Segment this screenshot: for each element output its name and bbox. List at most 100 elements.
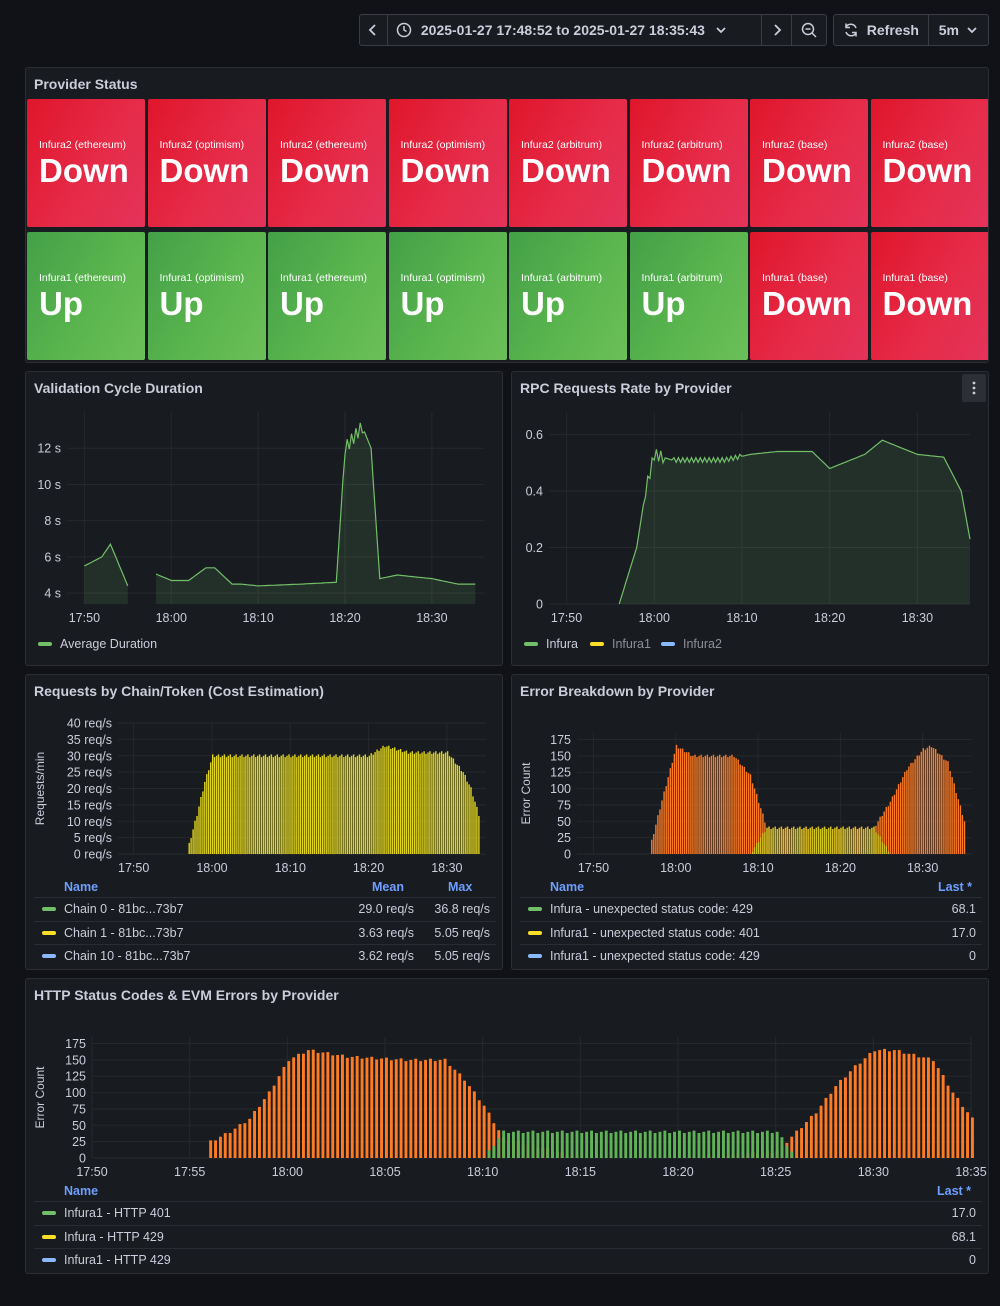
status-tile[interactable]: Infura1 (base) Down xyxy=(750,232,868,360)
bar xyxy=(326,1052,330,1158)
bar xyxy=(355,1056,359,1158)
bar xyxy=(219,1136,222,1158)
bar xyxy=(438,1059,442,1158)
bar xyxy=(941,755,943,854)
y-tick-label: 35 req/s xyxy=(67,733,112,747)
bar xyxy=(842,826,844,854)
zoom-out-button[interactable] xyxy=(792,15,826,45)
validation-duration-chart[interactable]: 17:50 18:00 18:10 18:20 18:30 4 s 6 s 8 s 10 s 12… xyxy=(26,372,503,666)
bar xyxy=(274,755,276,855)
x-tick-label: 18:10 xyxy=(242,611,273,625)
status-tile[interactable]: Infura2 (optimism) Down xyxy=(388,99,507,227)
y-tick-label: 0.6 xyxy=(526,428,543,442)
y-tick-label: 175 xyxy=(65,1037,86,1051)
requests-bar-chart[interactable]: 17:50 18:00 18:10 18:20 18:30 0 req/s 5 req/s 1… xyxy=(26,675,503,875)
status-tile[interactable]: Infura1 (arbitrum) Up xyxy=(509,232,627,360)
column-header-max[interactable]: Max xyxy=(448,880,472,894)
bar xyxy=(419,753,421,854)
validation-cycle-panel: Validation Cycle Duration 17:50 18:00 18:1… xyxy=(25,371,503,666)
status-tile[interactable]: Infura2 (base) Down xyxy=(870,99,988,227)
x-tick-label: 18:20 xyxy=(353,861,384,875)
bar xyxy=(784,827,787,854)
bar xyxy=(370,753,372,854)
bar xyxy=(468,1086,471,1158)
status-tile[interactable]: Infura2 (ethereum) Down xyxy=(268,99,386,227)
bar xyxy=(768,826,770,854)
bar xyxy=(358,754,361,854)
y-tick-label: 125 xyxy=(550,766,571,780)
status-tile[interactable]: Infura1 (ethereum) Up xyxy=(27,232,145,360)
y-axis-label: Error Count xyxy=(519,762,533,825)
bar xyxy=(873,1051,877,1158)
column-header-mean[interactable]: Mean xyxy=(372,880,404,894)
legend-item[interactable]: Infura1 xyxy=(590,637,651,651)
bar xyxy=(673,1131,676,1158)
status-tile[interactable]: Infura2 (arbitrum) Down xyxy=(509,99,627,227)
bar xyxy=(834,1086,838,1158)
legend-table-row[interactable]: Infura - unexpected status code: 429 68.1 xyxy=(520,897,982,920)
bar xyxy=(667,777,669,854)
error-bar-chart[interactable]: 17:50 18:00 18:10 18:20 18:30 0 25 50 75 100 125 15… xyxy=(512,675,989,875)
y-tick-label: 4 s xyxy=(44,587,61,601)
bar xyxy=(352,754,355,854)
column-header-name[interactable]: Name xyxy=(64,1184,98,1198)
legend-table-row[interactable]: Infura1 - HTTP 429 0 xyxy=(34,1248,982,1271)
refresh-interval-select[interactable]: 5m xyxy=(929,15,988,45)
status-tile[interactable]: Infura1 (base) Down xyxy=(870,232,988,360)
bar xyxy=(906,770,908,854)
legend-table-row[interactable]: Chain 10 - 81bc...73b7 3.62 req/s 5.05 req… xyxy=(34,944,496,967)
bar xyxy=(405,750,408,854)
status-tile[interactable]: Infura2 (arbitrum) Down xyxy=(629,99,748,227)
legend-table-row[interactable]: Infura1 - unexpected status code: 429 0 xyxy=(520,944,982,967)
time-forward-button[interactable] xyxy=(762,15,793,45)
bar xyxy=(694,754,696,854)
time-back-button[interactable] xyxy=(360,15,388,45)
legend-table-row[interactable]: Chain 1 - 81bc...73b7 3.63 req/s 5.05 req/… xyxy=(34,920,496,944)
y-tick-label: 150 xyxy=(65,1053,86,1067)
bar xyxy=(741,1133,745,1158)
y-axis-label: Error Count xyxy=(33,1066,47,1129)
bar xyxy=(817,826,820,854)
x-tick-label: 17:50 xyxy=(551,611,582,625)
bar xyxy=(828,827,830,854)
bar xyxy=(551,1133,554,1158)
series-last: 68.1 xyxy=(951,902,976,916)
legend-table-row[interactable]: Chain 0 - 81bc...73b7 29.0 req/s 36.8 req/… xyxy=(34,897,496,920)
status-tile[interactable]: Infura1 (optimism) Up xyxy=(388,232,507,360)
status-tile[interactable]: Infura2 (base) Down xyxy=(750,99,868,227)
column-header-name[interactable]: Name xyxy=(64,880,98,894)
bar xyxy=(778,827,780,854)
status-tile[interactable]: Infura1 (optimism) Up xyxy=(147,232,266,360)
status-tile-name: Infura1 (base) xyxy=(762,272,828,284)
bar xyxy=(663,791,665,854)
legend-table-row[interactable]: Infura1 - unexpected status code: 401 17.… xyxy=(520,920,982,944)
bar xyxy=(282,754,284,854)
status-tile[interactable]: Infura1 (arbitrum) Up xyxy=(629,232,748,360)
rpc-rate-chart[interactable]: 17:50 18:00 18:10 18:20 18:30 0 0.2 0.4 0.6 xyxy=(512,372,989,666)
legend-table-row[interactable]: Infura - HTTP 429 68.1 xyxy=(34,1224,982,1248)
bar xyxy=(327,755,329,855)
bar xyxy=(780,826,783,854)
legend-item[interactable]: Infura2 xyxy=(661,637,722,651)
http-status-bar-chart[interactable]: 17:50 17:55 18:00 18:05 18:10 18:15 18:20 18:25… xyxy=(26,979,989,1179)
status-tile-value: Down xyxy=(159,152,250,189)
bar xyxy=(725,754,727,854)
bar xyxy=(443,1058,447,1158)
bar xyxy=(374,752,376,854)
legend-item[interactable]: Infura xyxy=(524,637,578,651)
status-tile-name: Infura1 (arbitrum) xyxy=(641,272,723,284)
column-header-last[interactable]: Last * xyxy=(937,1184,971,1198)
column-header-last[interactable]: Last * xyxy=(938,880,972,894)
legend-item[interactable]: Average Duration xyxy=(38,637,157,651)
column-header-name[interactable]: Name xyxy=(550,880,584,894)
status-tile-name: Infura1 (arbitrum) xyxy=(521,272,603,284)
legend-label: Infura2 xyxy=(683,637,722,651)
status-tile[interactable]: Infura2 (ethereum) Down xyxy=(27,99,145,227)
time-range-button[interactable]: 2025-01-27 17:48:52 to 2025-01-27 18:35:… xyxy=(388,15,763,45)
status-tile[interactable]: Infura2 (optimism) Down xyxy=(147,99,266,227)
legend-table-row[interactable]: Infura1 - HTTP 401 17.0 xyxy=(34,1201,982,1224)
status-tile[interactable]: Infura1 (ethereum) Up xyxy=(268,232,386,360)
bar xyxy=(305,754,308,854)
refresh-button[interactable]: Refresh xyxy=(834,15,929,45)
bar xyxy=(454,763,457,854)
